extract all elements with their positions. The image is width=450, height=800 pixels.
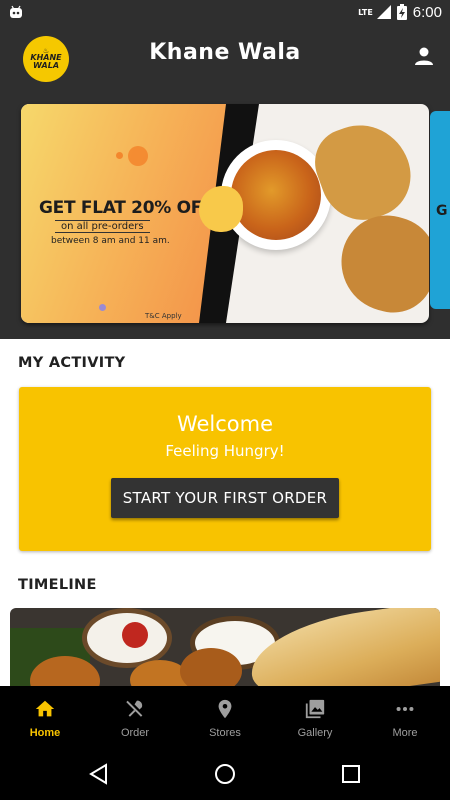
next-banner-text: G <box>436 203 448 219</box>
status-left <box>8 4 24 20</box>
my-activity-heading: MY ACTIVITY <box>18 355 126 371</box>
nav-label-more: More <box>392 727 418 739</box>
banner-carousel[interactable]: GET FLAT 20% OFF on all pre-orders betwe… <box>0 90 450 339</box>
activity-card: Welcome Feeling Hungry! START YOUR FIRST… <box>19 387 431 551</box>
nav-label-order: Order <box>120 727 150 739</box>
signal-icon <box>376 5 391 19</box>
nav-item-stores[interactable]: Stores <box>180 686 270 746</box>
terms-note: T&C Apply <box>145 312 182 320</box>
app-bar: ♨ KHANE WALA Khane Wala <box>0 24 450 90</box>
welcome-text: Welcome <box>176 412 274 436</box>
timeline-heading: TIMELINE <box>18 577 97 593</box>
more-dots-icon <box>396 706 414 712</box>
food-image-dosa <box>245 608 440 686</box>
timeline-card[interactable] <box>10 608 440 686</box>
promo-subline: on all pre-orders <box>55 220 150 233</box>
app-title: Khane Wala <box>149 40 301 65</box>
promo-banner[interactable]: GET FLAT 20% OFF on all pre-orders betwe… <box>21 104 429 323</box>
system-navigation-bar <box>0 746 450 800</box>
promo-headline: GET FLAT 20% OFF <box>39 198 214 218</box>
decor-blob <box>199 186 243 232</box>
status-bar: LTE 6:00 <box>0 0 450 24</box>
nav-label-stores: Stores <box>209 727 241 739</box>
decor-dot <box>128 146 148 166</box>
network-type: LTE <box>358 7 373 17</box>
nav-label-gallery: Gallery <box>297 727 333 739</box>
battery-charging-icon <box>396 4 407 20</box>
status-right: LTE 6:00 <box>358 4 442 21</box>
home-icon <box>35 700 55 717</box>
bottom-navigation: Home Order Stores Gallery More <box>0 686 450 746</box>
welcome-subtitle: Feeling Hungry! <box>165 442 285 460</box>
nav-item-more[interactable]: More <box>360 686 450 746</box>
location-pin-icon <box>218 699 232 719</box>
food-image-chutney <box>122 622 148 648</box>
samosa-image <box>330 205 429 322</box>
decor-dot <box>116 152 123 159</box>
recents-icon[interactable] <box>339 762 363 786</box>
account-icon[interactable] <box>412 44 436 68</box>
back-icon[interactable] <box>87 762 111 786</box>
gallery-icon <box>305 699 325 719</box>
android-notification-icon <box>10 5 22 18</box>
nav-item-order[interactable]: Order <box>90 686 180 746</box>
nav-label-home: Home <box>29 727 61 739</box>
nav-item-gallery[interactable]: Gallery <box>270 686 360 746</box>
clock: 6:00 <box>412 3 442 21</box>
decor-dot <box>99 304 106 311</box>
food-image-vada <box>180 648 242 686</box>
cutlery-icon <box>126 700 143 717</box>
start-first-order-button[interactable]: START YOUR FIRST ORDER <box>111 478 339 518</box>
promo-time-note: between 8 am and 11 am. <box>51 236 170 246</box>
next-banner-peek[interactable]: G <box>430 111 450 309</box>
nav-item-home[interactable]: Home <box>0 686 90 746</box>
home-circle-icon[interactable] <box>213 762 237 786</box>
